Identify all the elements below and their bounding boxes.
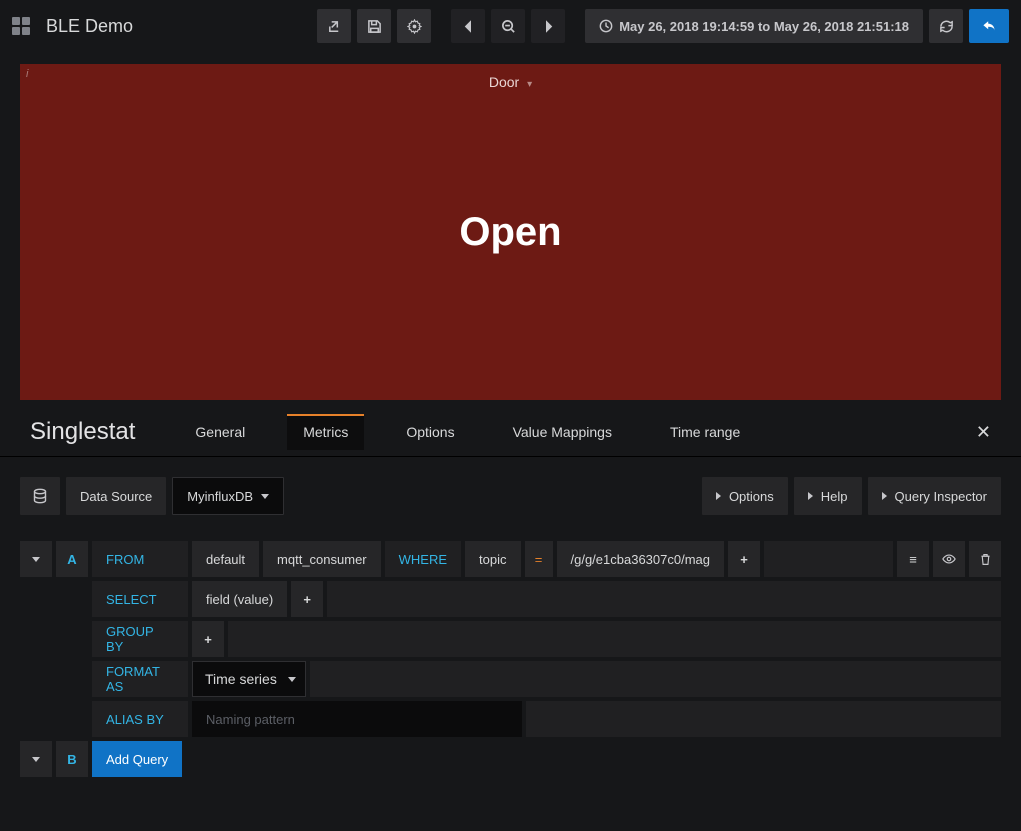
select-field-segment[interactable]: field (value) [192,581,287,617]
groupby-add-button[interactable]: + [192,621,224,657]
time-back-button[interactable] [451,9,485,43]
alias-input-wrap[interactable] [192,701,522,737]
panel-type-label[interactable]: Singlestat [30,418,135,446]
where-op-segment[interactable]: = [525,541,553,577]
settings-button[interactable] [397,9,431,43]
tab-time-range[interactable]: Time range [654,414,756,450]
format-select-wrap[interactable]: Time series [192,661,306,697]
chevron-down-icon: ▾ [527,79,532,90]
retention-segment[interactable]: default [192,541,259,577]
alias-input[interactable] [206,712,508,727]
time-forward-button[interactable] [531,9,565,43]
datasource-icon [20,477,60,515]
where-add-button[interactable]: + [728,541,760,577]
query-a: A FROM default mqtt_consumer WHERE topic… [6,541,1015,777]
query-visibility-button[interactable] [933,541,965,577]
editor-body: Data Source MyinfluxDB Options Help Quer… [0,457,1021,801]
time-range-selector[interactable]: May 26, 2018 19:14:59 to May 26, 2018 21… [585,9,923,43]
select-label: SELECT [92,581,188,617]
top-bar: BLE Demo May 26, 2018 19:14:59 to May 26… [0,0,1021,52]
panel-title-text: Door [489,74,519,90]
tab-general[interactable]: General [179,414,261,450]
database-icon [32,488,48,504]
query-delete-button[interactable] [969,541,1001,577]
tab-metrics[interactable]: Metrics [287,414,364,450]
datasource-row: Data Source MyinfluxDB Options Help Quer… [6,477,1015,515]
singlestat-panel[interactable]: i Door ▾ Open [20,64,1001,400]
dashboard-grid-icon[interactable] [12,17,30,35]
datasource-select[interactable]: MyinfluxDB [172,477,284,515]
time-range-text: May 26, 2018 19:14:59 to May 26, 2018 21… [619,19,909,34]
panel-value: Open [459,210,561,255]
query-inspector-button[interactable]: Query Inspector [868,477,1002,515]
close-editor-button[interactable]: ✕ [968,416,999,449]
query-b-collapse-toggle[interactable] [20,741,52,777]
where-value-segment[interactable]: /g/g/e1cba36307c0/mag [557,541,725,577]
format-label: FORMAT AS [92,661,188,697]
query-options-button[interactable]: Options [702,477,788,515]
dashboard-title[interactable]: BLE Demo [46,16,133,37]
share-button[interactable] [317,9,351,43]
panel-title[interactable]: Door ▾ [20,74,1001,90]
query-a-collapse-toggle[interactable] [20,541,52,577]
refresh-button[interactable] [929,9,963,43]
groupby-label: GROUP BY [92,621,188,657]
save-button[interactable] [357,9,391,43]
return-button[interactable] [969,9,1009,43]
measurement-segment[interactable]: mqtt_consumer [263,541,381,577]
tab-options[interactable]: Options [390,414,470,450]
from-label: FROM [92,541,188,577]
tab-value-mappings[interactable]: Value Mappings [497,414,628,450]
datasource-label: Data Source [66,477,166,515]
select-add-button[interactable]: + [291,581,323,617]
query-help-button[interactable]: Help [794,477,862,515]
clock-icon [599,19,613,33]
alias-label: ALIAS BY [92,701,188,737]
editor-tabs: Singlestat General Metrics Options Value… [0,400,1021,457]
zoom-out-button[interactable] [491,9,525,43]
where-key-segment[interactable]: topic [465,541,520,577]
query-a-letter[interactable]: A [56,541,88,577]
query-menu-button[interactable]: ≡ [897,541,929,577]
add-query-button[interactable]: Add Query [92,741,182,777]
where-label: WHERE [385,541,461,577]
query-b-letter[interactable]: B [56,741,88,777]
